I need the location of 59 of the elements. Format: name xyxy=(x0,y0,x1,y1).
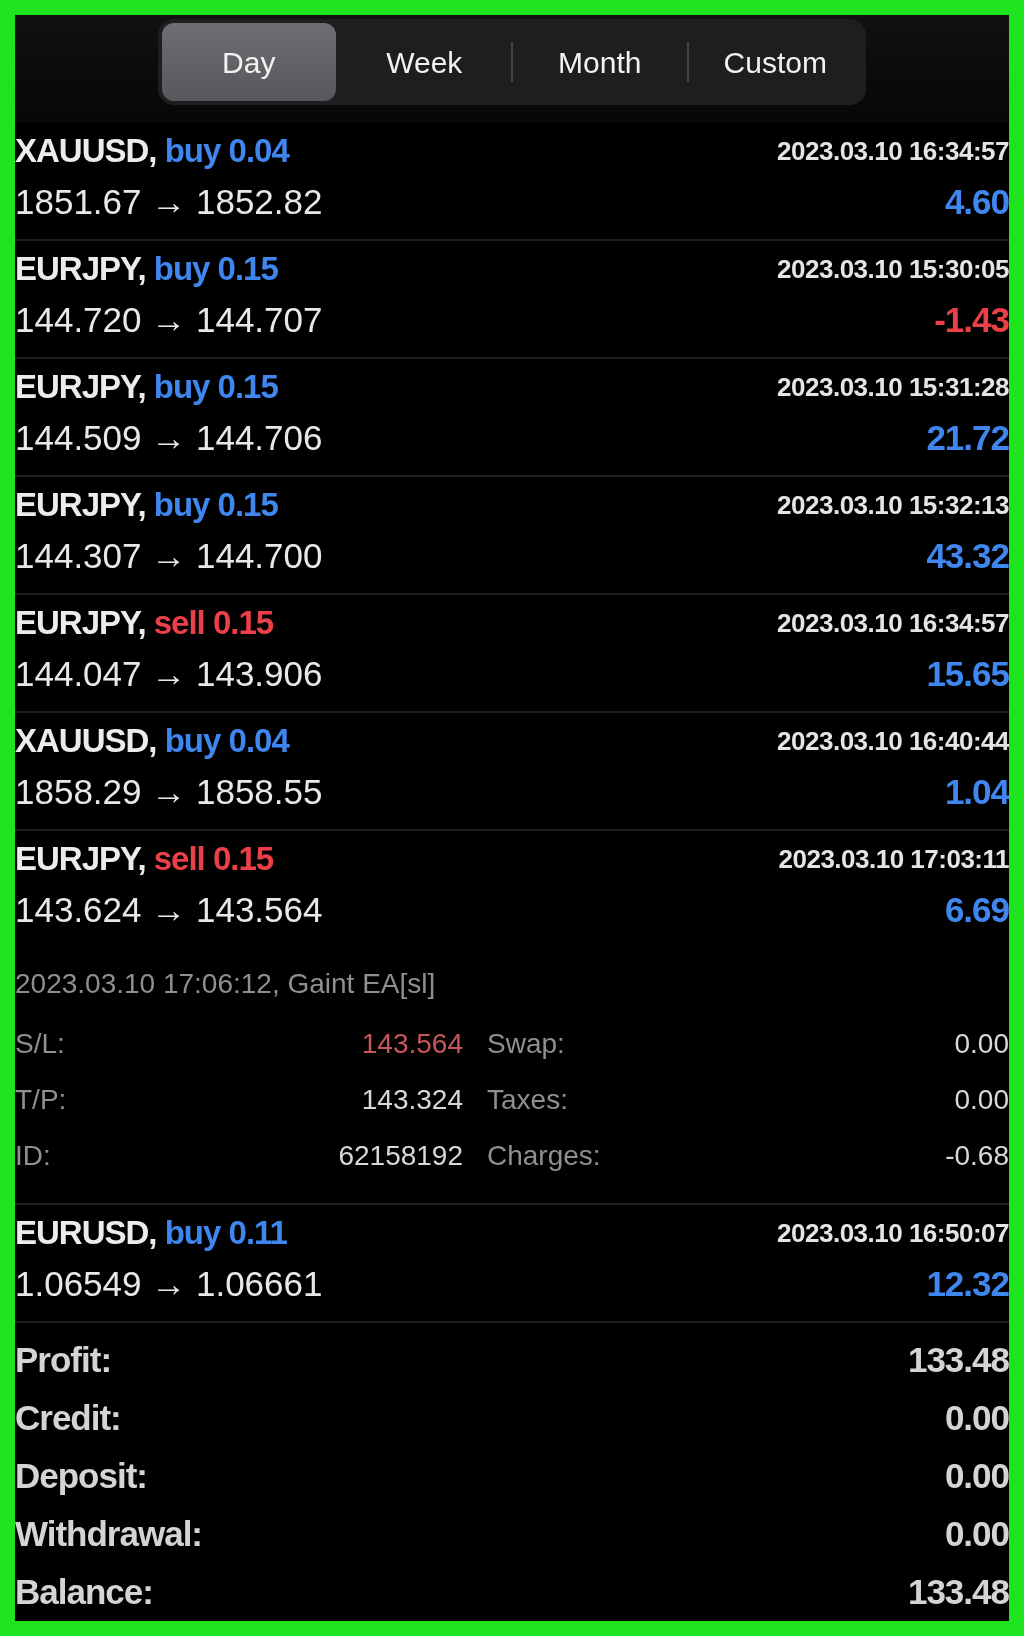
period-tab[interactable]: Day xyxy=(162,23,336,101)
detail-label: T/P: xyxy=(15,1083,68,1117)
detail-label: S/L: xyxy=(15,1027,66,1061)
summary-label: Profit: xyxy=(15,1338,112,1381)
detail-value: 0.00 xyxy=(953,1083,1009,1117)
trade-time: 2023.03.10 15:32:13 xyxy=(777,489,1009,522)
trade-title: EURJPY, sell 0.15 xyxy=(15,839,274,879)
trade-profit: 6.69 xyxy=(944,889,1009,931)
trade-time: 2023.03.10 16:40:44 xyxy=(777,725,1009,758)
trade-profit: 21.72 xyxy=(926,417,1009,459)
summary-value: 0.00 xyxy=(944,1454,1009,1497)
trade-prices: 1858.29 → 1858.55 xyxy=(15,771,323,813)
trade-title: EURJPY, sell 0.15 xyxy=(15,603,274,643)
trade-time: 2023.03.10 15:30:05 xyxy=(777,253,1009,286)
detail-label: Charges: xyxy=(486,1139,602,1173)
summary-value: 133.48 xyxy=(907,1338,1009,1381)
trade-profit: 4.60 xyxy=(944,181,1009,223)
period-tab[interactable]: Custom xyxy=(688,23,862,101)
trade-time: 2023.03.10 16:34:57 xyxy=(777,135,1009,168)
trade-prices: 144.047 → 143.906 xyxy=(15,653,323,695)
trade-prices: 1.06549 → 1.06661 xyxy=(15,1263,323,1305)
summary-value: 0.00 xyxy=(944,1512,1009,1555)
detail-value: 143.324 xyxy=(360,1083,463,1117)
trade-prices: 1851.67 → 1852.82 xyxy=(15,181,323,223)
trade-profit: 43.32 xyxy=(926,535,1009,577)
trade-time: 2023.03.10 17:03:11 xyxy=(778,843,1009,876)
trade-profit: 15.65 xyxy=(926,653,1009,695)
period-tab[interactable]: Month xyxy=(513,23,687,101)
detail-value: 0.00 xyxy=(953,1027,1009,1061)
trade-profit: 12.32 xyxy=(926,1263,1009,1305)
detail-label: Taxes: xyxy=(486,1083,569,1117)
trade-prices: 143.624 → 143.564 xyxy=(15,889,323,931)
detail-value: 143.564 xyxy=(360,1027,463,1061)
trade-title: XAUUSD, buy 0.04 xyxy=(15,721,289,761)
period-tab[interactable]: Week xyxy=(337,23,511,101)
detail-label: Swap: xyxy=(486,1027,566,1061)
detail-value: -0.68 xyxy=(945,1139,1009,1173)
trade-profit: -1.43 xyxy=(934,299,1009,341)
trade-title: EURUSD, buy 0.11 xyxy=(15,1213,287,1253)
trade-comment: 2023.03.10 17:06:12, Gaint EA[sl] xyxy=(15,967,437,1001)
trade-prices: 144.720 → 144.707 xyxy=(15,299,323,341)
trade-time: 2023.03.10 16:50:07 xyxy=(777,1217,1009,1250)
trade-time: 2023.03.10 16:34:57 xyxy=(777,607,1009,640)
trade-title: XAUUSD, buy 0.04 xyxy=(15,131,289,171)
trade-prices: 144.307 → 144.700 xyxy=(15,535,323,577)
detail-label: ID: xyxy=(15,1139,52,1173)
summary-label: Deposit: xyxy=(15,1454,147,1497)
trade-profit: 1.04 xyxy=(944,771,1009,813)
trade-title: EURJPY, buy 0.15 xyxy=(15,367,278,407)
summary-label: Balance: xyxy=(15,1570,153,1613)
trade-time: 2023.03.10 15:31:28 xyxy=(777,371,1009,404)
summary-value: 0.00 xyxy=(944,1396,1009,1439)
summary-value: 133.48 xyxy=(907,1570,1009,1613)
detail-value: 62158192 xyxy=(337,1139,463,1173)
trade-title: EURJPY, buy 0.15 xyxy=(15,485,278,525)
trade-title: EURJPY, buy 0.15 xyxy=(15,249,278,289)
summary-label: Withdrawal: xyxy=(15,1512,203,1555)
summary-label: Credit: xyxy=(15,1396,121,1439)
trade-prices: 144.509 → 144.706 xyxy=(15,417,323,459)
